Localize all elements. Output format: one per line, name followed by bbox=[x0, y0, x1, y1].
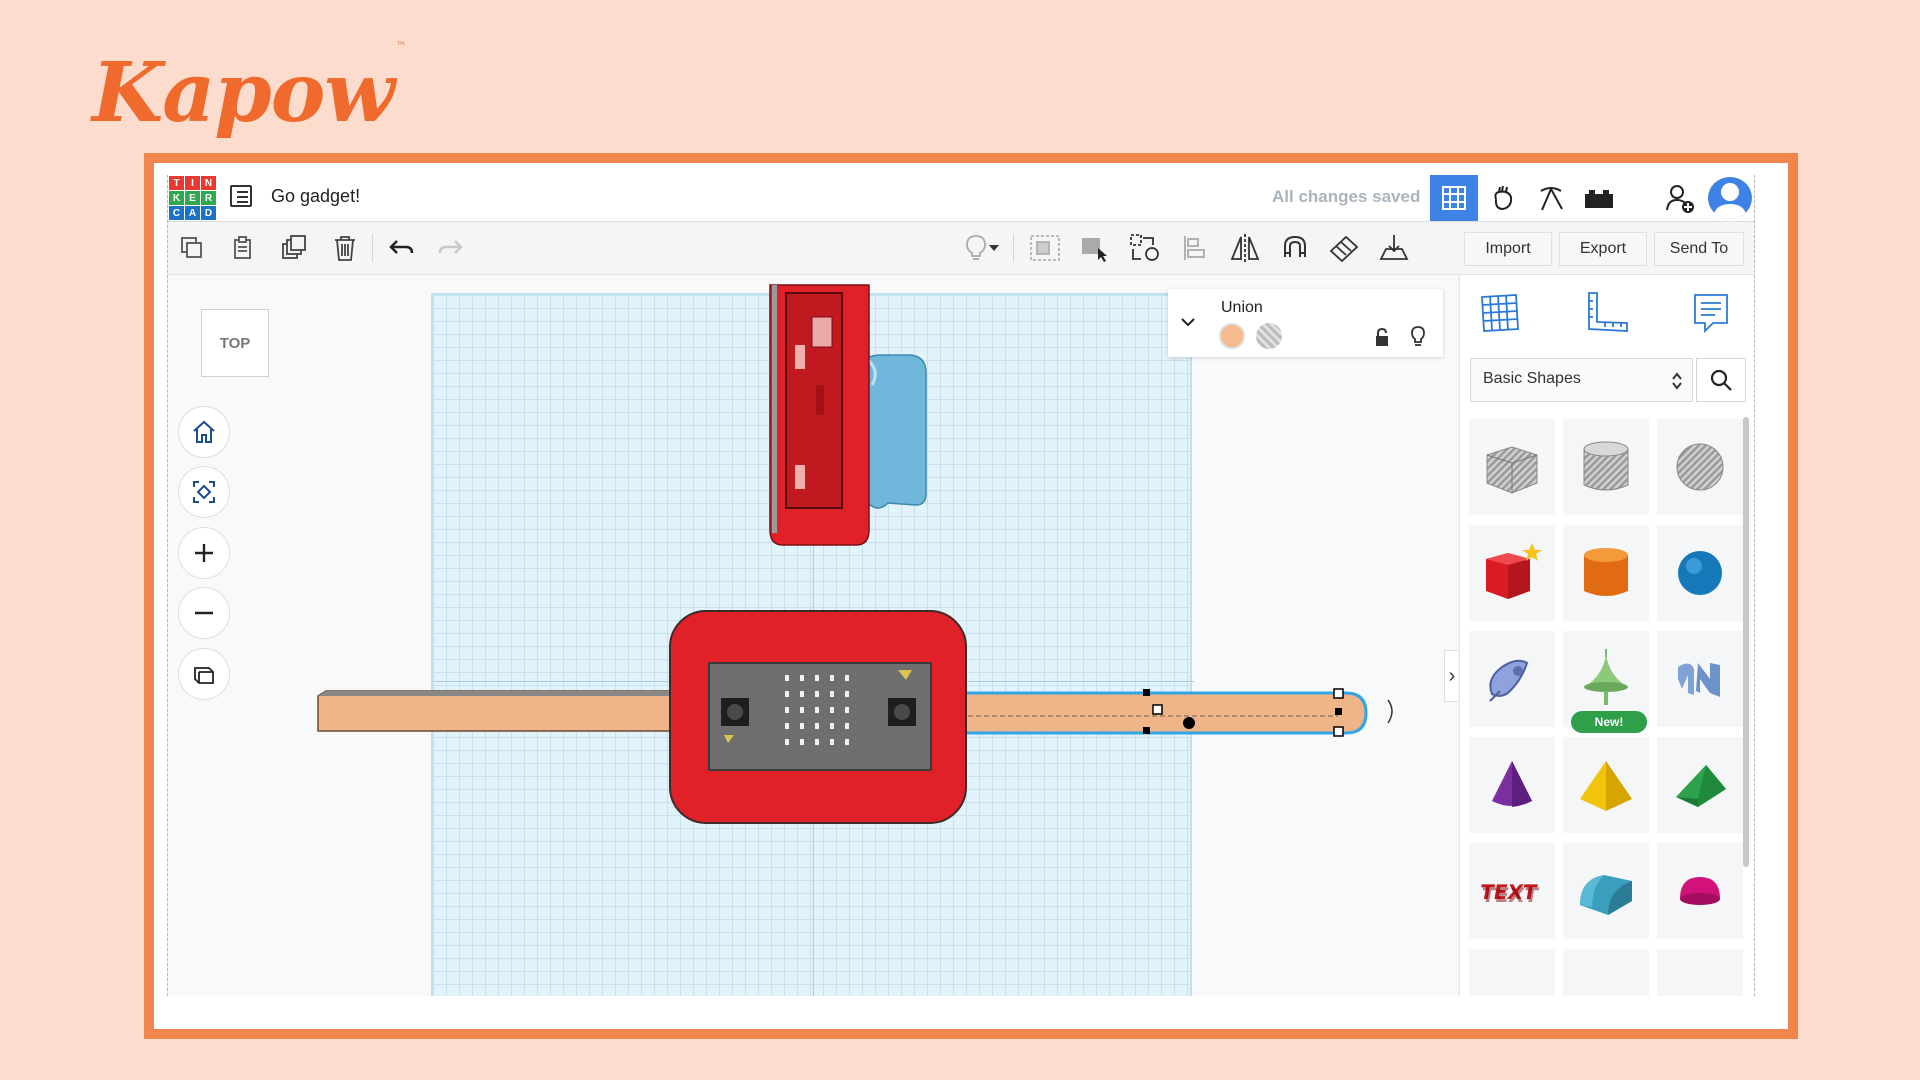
shape-tile-partial[interactable] bbox=[1563, 949, 1649, 996]
toolbar-separator bbox=[1013, 234, 1014, 262]
workplane-icon[interactable] bbox=[1323, 222, 1365, 274]
shape-inspector: Union bbox=[1168, 289, 1443, 357]
paste-icon[interactable] bbox=[222, 222, 264, 274]
red-gadget-front[interactable] bbox=[669, 610, 967, 824]
grid-view-icon[interactable] bbox=[1430, 175, 1478, 221]
tinkercad-app: T I N K E R C A D Go gadget! All changes… bbox=[167, 175, 1755, 996]
sphere-hole-shape[interactable] bbox=[1657, 419, 1743, 515]
new-shape[interactable]: New! bbox=[1563, 631, 1649, 733]
edit-toolbar: Import Export Send To bbox=[168, 222, 1754, 275]
text-shape[interactable]: TEXT TEXT bbox=[1469, 843, 1555, 939]
redo-icon[interactable] bbox=[430, 222, 472, 274]
toolbar-separator bbox=[372, 234, 373, 262]
belt-strap-left[interactable] bbox=[317, 690, 679, 732]
logo-letter: D bbox=[201, 206, 216, 220]
3d-viewport[interactable]: TOP Union › bbox=[168, 275, 1458, 996]
logo-letter: N bbox=[201, 176, 216, 190]
solid-color-swatch[interactable] bbox=[1219, 323, 1245, 349]
project-title[interactable]: Go gadget! bbox=[271, 186, 360, 207]
pyramid-shape[interactable] bbox=[1563, 737, 1649, 833]
bricks-icon[interactable] bbox=[1575, 175, 1623, 221]
half-sphere-shape[interactable] bbox=[1657, 843, 1743, 939]
ruler-drop-icon[interactable] bbox=[1373, 222, 1415, 274]
logo-letter: C bbox=[169, 206, 184, 220]
workplane-grid-icon[interactable] bbox=[1470, 287, 1530, 339]
top-bar: T I N K E R C A D Go gadget! All changes… bbox=[168, 175, 1754, 222]
shape-tile-partial[interactable] bbox=[1469, 949, 1555, 996]
tinker-hand-icon[interactable] bbox=[1479, 175, 1527, 221]
shapes-panel: Basic Shapes New! TEXT TEXT bbox=[1459, 275, 1754, 996]
red-gadget-side[interactable] bbox=[769, 284, 870, 546]
new-badge: New! bbox=[1571, 711, 1647, 733]
logo-letter: T bbox=[169, 176, 184, 190]
delete-icon[interactable] bbox=[324, 222, 366, 274]
select-arrows-icon bbox=[1672, 372, 1682, 390]
align-icon[interactable] bbox=[1173, 222, 1215, 274]
half-cylinder-shape[interactable] bbox=[1563, 843, 1649, 939]
project-list-icon[interactable] bbox=[230, 185, 252, 207]
notes-icon[interactable] bbox=[1681, 287, 1741, 339]
undo-icon[interactable] bbox=[380, 222, 422, 274]
lock-icon[interactable] bbox=[1374, 327, 1390, 347]
tinkercad-logo[interactable]: T I N K E R C A D bbox=[169, 176, 216, 220]
light-dropdown-icon[interactable] bbox=[983, 222, 1005, 274]
shape-category-select[interactable]: Basic Shapes bbox=[1470, 358, 1693, 402]
logo-letter: K bbox=[169, 191, 184, 205]
send-to-button[interactable]: Send To bbox=[1654, 232, 1744, 266]
kapow-logo: Kapow ™ bbox=[92, 40, 406, 141]
collapse-chevron-icon[interactable] bbox=[1180, 317, 1196, 329]
blue-bracket-shape[interactable] bbox=[862, 354, 927, 509]
import-button[interactable]: Import bbox=[1464, 232, 1552, 266]
ruler-icon[interactable] bbox=[1577, 287, 1637, 339]
scribble-shape[interactable] bbox=[1469, 631, 1555, 727]
save-status: All changes saved bbox=[1272, 187, 1421, 206]
cruise-icon[interactable] bbox=[1124, 222, 1166, 274]
text-3d-shape[interactable] bbox=[1657, 631, 1743, 727]
logo-letter: I bbox=[185, 176, 200, 190]
export-button[interactable]: Export bbox=[1559, 232, 1647, 266]
user-avatar-icon[interactable] bbox=[1708, 177, 1752, 219]
panel-collapse-toggle[interactable]: › bbox=[1444, 650, 1458, 702]
shape-tile-partial[interactable] bbox=[1657, 949, 1743, 996]
visibility-bulb-icon[interactable] bbox=[1410, 325, 1426, 347]
add-user-icon[interactable] bbox=[1656, 175, 1704, 221]
cylinder-hole-shape[interactable] bbox=[1563, 419, 1649, 515]
logo-letter: E bbox=[185, 191, 200, 205]
copy-icon[interactable] bbox=[171, 222, 213, 274]
sphere-shape[interactable] bbox=[1657, 525, 1743, 621]
belt-strap-right-selected[interactable] bbox=[954, 688, 1393, 737]
category-label: Basic Shapes bbox=[1483, 370, 1581, 387]
panel-scrollbar[interactable] bbox=[1743, 417, 1749, 867]
duplicate-icon[interactable] bbox=[273, 222, 315, 274]
hole-swatch[interactable] bbox=[1256, 323, 1282, 349]
cone-shape[interactable] bbox=[1469, 737, 1555, 833]
inspector-title: Union bbox=[1221, 299, 1263, 316]
search-icon[interactable] bbox=[1696, 358, 1746, 402]
magnet-icon[interactable] bbox=[1274, 222, 1316, 274]
logo-letter: R bbox=[201, 191, 216, 205]
box-shape[interactable] bbox=[1469, 525, 1555, 621]
logo-letter: A bbox=[185, 206, 200, 220]
wedge-shape[interactable] bbox=[1657, 737, 1743, 833]
group-icon[interactable] bbox=[1024, 222, 1066, 274]
pickaxe-icon[interactable] bbox=[1527, 175, 1575, 221]
scene-objects bbox=[317, 284, 1393, 824]
box-hole-shape[interactable] bbox=[1469, 419, 1555, 515]
cylinder-shape[interactable] bbox=[1563, 525, 1649, 621]
mirror-icon[interactable] bbox=[1224, 222, 1266, 274]
ungroup-icon[interactable] bbox=[1073, 222, 1115, 274]
svg-text:TEXT: TEXT bbox=[1480, 883, 1540, 907]
